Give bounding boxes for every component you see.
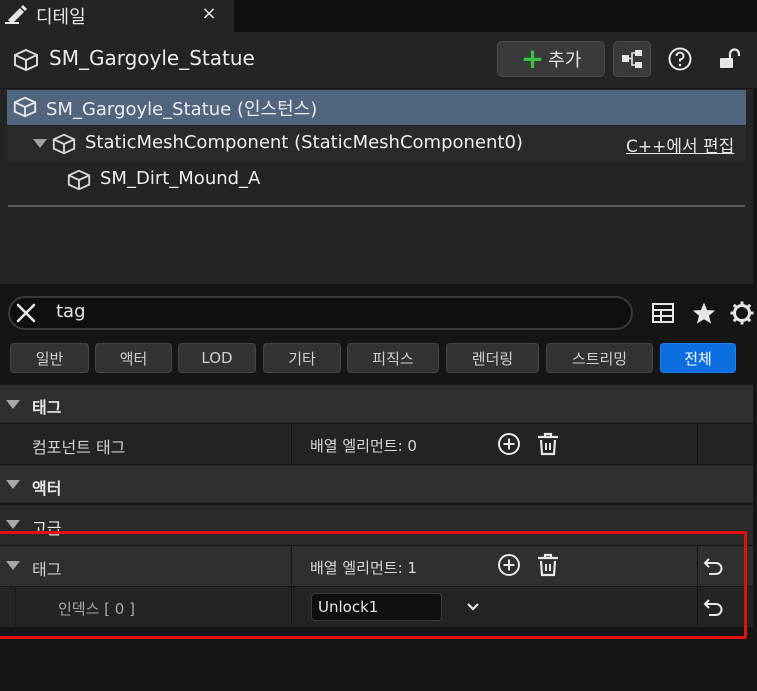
delete-trash-icon[interactable]: [535, 431, 561, 457]
collapse-arrow-icon[interactable]: [6, 520, 20, 529]
clear-search-icon[interactable]: [14, 301, 38, 325]
favorite-star-icon[interactable]: [691, 300, 717, 326]
filter-streaming[interactable]: 스트리밍: [546, 343, 653, 373]
tab-details[interactable]: 디테일 ×: [0, 0, 234, 32]
help-icon[interactable]: [667, 46, 693, 72]
category-tags-label: 태그: [32, 398, 62, 417]
edit-pencil-icon: [5, 5, 27, 24]
add-element-icon[interactable]: [496, 431, 522, 457]
highlight-box: [0, 531, 747, 639]
filter-rendering[interactable]: 렌더링: [446, 343, 539, 373]
collapse-arrow-icon[interactable]: [6, 400, 20, 409]
filter-physics[interactable]: 피직스: [347, 343, 439, 373]
expand-arrow-icon[interactable]: [33, 139, 47, 148]
category-actor-label: 액터: [32, 479, 62, 498]
filter-lod[interactable]: LOD: [178, 343, 256, 373]
unlock-icon[interactable]: [716, 46, 742, 72]
add-label: 추가: [548, 50, 582, 71]
category-tags[interactable]: [0, 385, 753, 423]
close-icon[interactable]: ×: [198, 3, 220, 25]
component-tags-label: 컴포넌트 태그: [32, 438, 126, 457]
tree-root-label: SM_Gargoyle_Statue (인스턴스): [46, 99, 318, 120]
tab-title: 디테일: [36, 7, 86, 28]
settings-gear-icon[interactable]: [729, 300, 755, 326]
category-actor[interactable]: [0, 465, 753, 503]
add-component-button[interactable]: + 추가: [497, 41, 605, 77]
edit-in-cpp-link[interactable]: C++에서 편집: [626, 132, 734, 157]
actor-name: SM_Gargoyle_Statue: [49, 46, 255, 70]
filter-misc[interactable]: 기타: [263, 343, 341, 373]
static-mesh-icon: [52, 133, 76, 155]
component-tags-value: 배열 엘리먼트: 0: [310, 437, 417, 455]
collapse-arrow-icon[interactable]: [6, 480, 20, 489]
tree-component-label: StaticMeshComponent (StaticMeshComponent…: [85, 132, 523, 153]
tree-child-label: SM_Dirt_Mound_A: [100, 168, 261, 189]
column-divider: [697, 424, 698, 464]
tree-divider: [8, 205, 745, 207]
filter-all[interactable]: 전체: [660, 343, 736, 373]
filter-actor[interactable]: 액터: [95, 343, 172, 373]
search-value: tag: [56, 301, 86, 322]
search-input[interactable]: [8, 296, 633, 330]
hierarchy-icon: [622, 50, 642, 68]
static-mesh-icon: [14, 48, 38, 72]
filter-general[interactable]: 일반: [10, 343, 89, 373]
plus-icon: +: [520, 42, 545, 75]
table-view-icon[interactable]: [650, 300, 676, 326]
column-divider: [291, 424, 292, 464]
static-mesh-icon: [67, 169, 91, 191]
blueprint-button[interactable]: [613, 41, 651, 77]
static-mesh-icon: [13, 96, 37, 118]
